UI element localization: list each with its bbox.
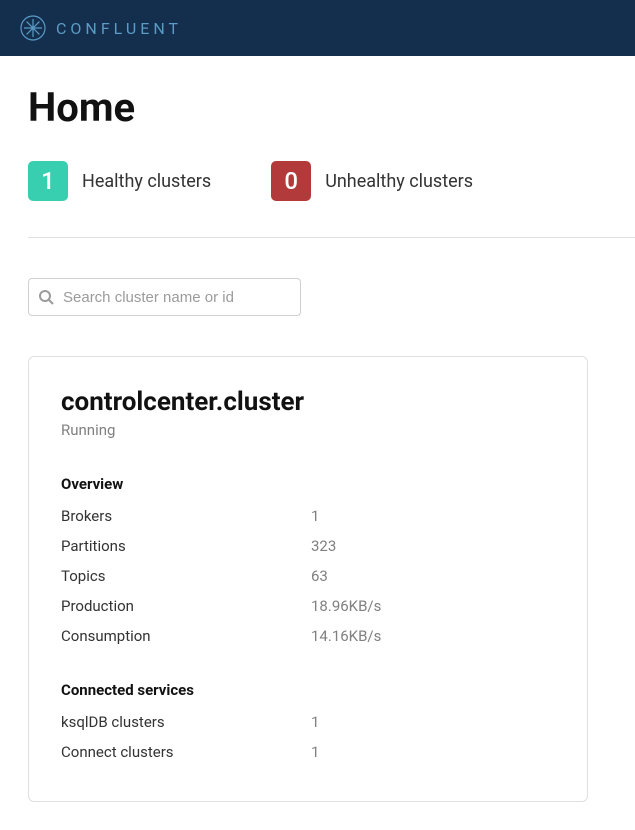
healthy-count-badge: 1 — [28, 161, 68, 201]
search-icon — [38, 289, 54, 305]
cluster-name: controlcenter.cluster — [61, 387, 555, 417]
search-container — [28, 278, 301, 316]
metric-production: Production 18.96KB/s — [61, 597, 555, 615]
metric-partitions: Partitions 323 — [61, 537, 555, 555]
search-input[interactable] — [28, 278, 301, 316]
main-content: Home 1 Healthy clusters 0 Unhealthy clus… — [0, 56, 635, 830]
confluent-icon — [20, 15, 46, 41]
metric-consumption: Consumption 14.16KB/s — [61, 627, 555, 645]
brand-logo[interactable]: CONFLUENT — [20, 15, 182, 41]
topics-label: Topics — [61, 567, 311, 585]
brand-text: CONFLUENT — [56, 19, 182, 38]
metric-brokers: Brokers 1 — [61, 507, 555, 525]
connect-label: Connect clusters — [61, 743, 311, 761]
unhealthy-label: Unhealthy clusters — [325, 171, 473, 192]
ksqldb-value: 1 — [311, 713, 319, 731]
brokers-value: 1 — [311, 507, 319, 525]
partitions-value: 323 — [311, 537, 336, 555]
cluster-status-text: Running — [61, 421, 555, 439]
metric-ksqldb: ksqlDB clusters 1 — [61, 713, 555, 731]
overview-heading: Overview — [61, 475, 555, 493]
page-title: Home — [28, 84, 607, 131]
connected-services-heading: Connected services — [61, 681, 555, 699]
metric-connect: Connect clusters 1 — [61, 743, 555, 761]
partitions-label: Partitions — [61, 537, 311, 555]
healthy-clusters-stat[interactable]: 1 Healthy clusters — [28, 161, 211, 201]
healthy-label: Healthy clusters — [82, 171, 211, 192]
cluster-status-summary: 1 Healthy clusters 0 Unhealthy clusters — [28, 161, 607, 201]
unhealthy-count-badge: 0 — [271, 161, 311, 201]
app-header: CONFLUENT — [0, 0, 635, 56]
connect-value: 1 — [311, 743, 319, 761]
divider — [28, 237, 635, 238]
production-label: Production — [61, 597, 311, 615]
consumption-label: Consumption — [61, 627, 311, 645]
brokers-label: Brokers — [61, 507, 311, 525]
ksqldb-label: ksqlDB clusters — [61, 713, 311, 731]
metric-topics: Topics 63 — [61, 567, 555, 585]
unhealthy-clusters-stat[interactable]: 0 Unhealthy clusters — [271, 161, 473, 201]
topics-value: 63 — [311, 567, 328, 585]
production-value: 18.96KB/s — [311, 597, 381, 615]
cluster-card[interactable]: controlcenter.cluster Running Overview B… — [28, 356, 588, 802]
consumption-value: 14.16KB/s — [311, 627, 381, 645]
